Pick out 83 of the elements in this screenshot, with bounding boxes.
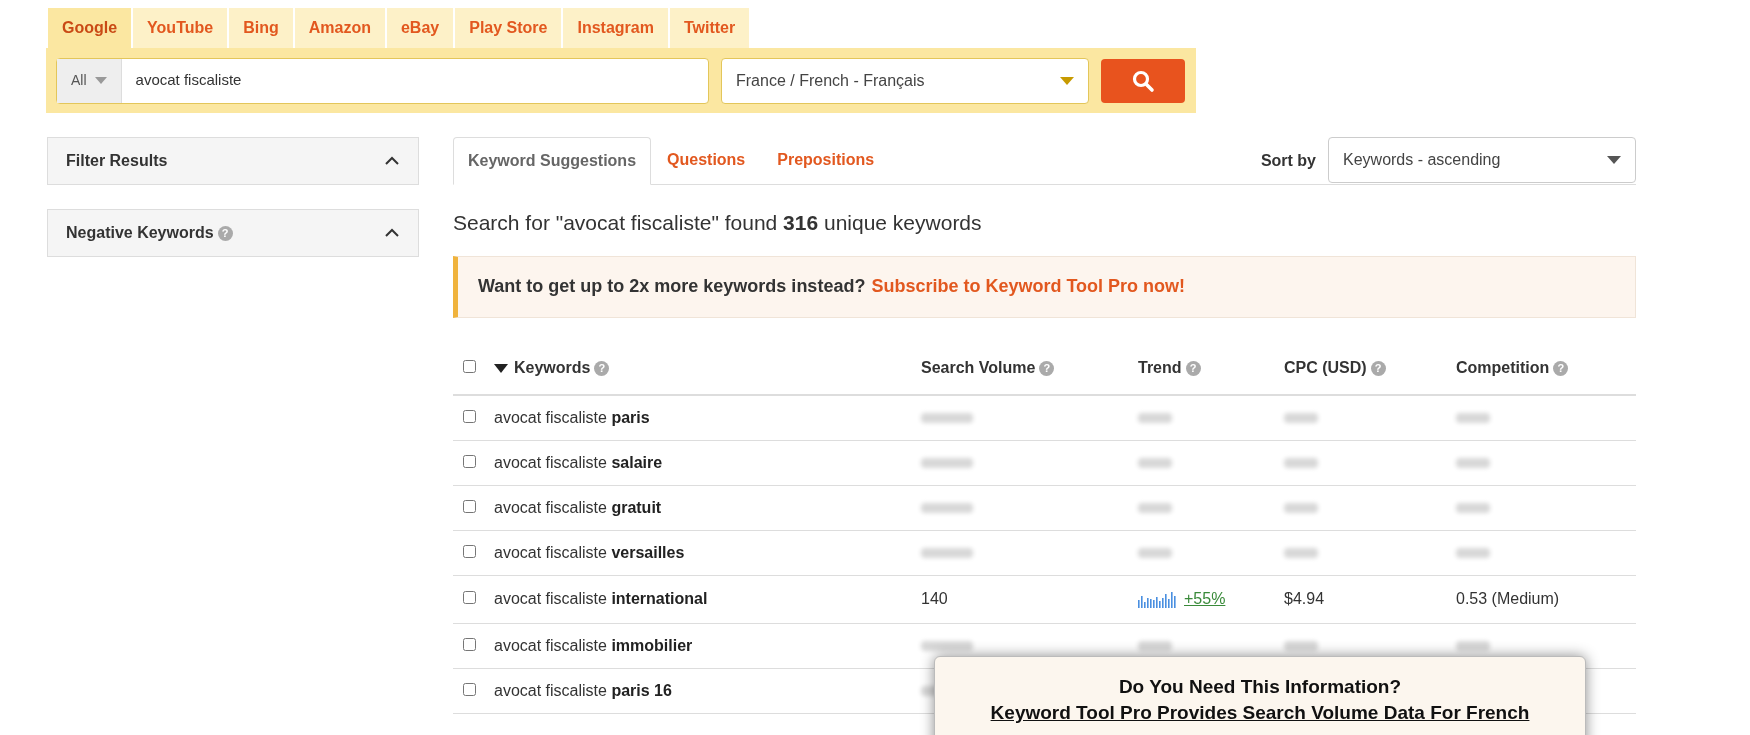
column-header[interactable]: CPC (USD) (1284, 356, 1367, 380)
help-icon[interactable]: ? (217, 225, 233, 241)
blurred-value (1284, 502, 1318, 513)
sort-dropdown[interactable]: Keywords - ascending (1328, 136, 1636, 183)
blurred-value (1138, 640, 1172, 651)
caret-icon (94, 77, 107, 84)
chevron-icon[interactable] (384, 156, 400, 166)
column-header[interactable]: Search Volume (921, 356, 1036, 380)
blurred-value (1284, 640, 1318, 651)
column-header[interactable]: Competition (1456, 356, 1550, 380)
sparkline-chart (1138, 590, 1178, 608)
help-icon[interactable]: ? (1553, 360, 1569, 376)
result-tab[interactable]: Questions (651, 136, 762, 184)
blurred-value (1456, 547, 1490, 558)
source-tab[interactable]: Play Store (455, 8, 562, 48)
sidebar-panel[interactable]: Negative Keywords ? (47, 209, 419, 257)
blurred-value (1284, 412, 1318, 423)
source-tab[interactable]: YouTube (133, 8, 228, 48)
sort-label: Sort by (1260, 150, 1316, 171)
keyword-cell: avocat fiscaliste versailles (494, 543, 685, 561)
scope-dropdown[interactable]: All (57, 58, 122, 103)
source-tab[interactable]: Twitter (669, 8, 750, 48)
trend-link[interactable]: +55% (1184, 587, 1226, 611)
row-checkbox[interactable] (463, 499, 476, 513)
keyword-cell: avocat fiscaliste gratuit (494, 498, 662, 516)
popup-link[interactable]: Keyword Tool Pro Provides Search Volume Data For French (990, 700, 1530, 725)
source-tab[interactable]: Instagram (563, 8, 668, 48)
banner-text: Want to get up to 2x more keywords instead? (478, 275, 866, 298)
select-all-checkbox[interactable] (463, 360, 476, 373)
blurred-value (1284, 547, 1318, 558)
blurred-value (921, 502, 973, 513)
blurred-value (1138, 457, 1172, 468)
blurred-value (921, 412, 973, 423)
blurred-value (921, 640, 973, 651)
keyword-cell: avocat fiscaliste paris 16 (494, 681, 672, 699)
blurred-value (1138, 502, 1172, 513)
row-checkbox[interactable] (463, 591, 476, 604)
help-icon[interactable]: ? (1039, 360, 1055, 376)
source-tab[interactable]: Google (48, 8, 132, 48)
keyword-cell: avocat fiscaliste international (494, 590, 708, 607)
blurred-value (1456, 412, 1490, 423)
keyword-cell: avocat fiscaliste salaire (494, 453, 663, 471)
competition-cell: 0.53 (Medium) (1456, 590, 1560, 607)
blurred-value (921, 547, 973, 558)
panel-title: Negative Keywords (66, 223, 214, 243)
blurred-value (1456, 457, 1490, 468)
column-header[interactable]: Keywords (514, 356, 591, 380)
search-button[interactable] (1101, 58, 1185, 103)
sidebar-panel[interactable]: Filter Results (47, 137, 419, 185)
help-icon[interactable]: ? (594, 360, 610, 376)
chevron-icon[interactable] (384, 228, 400, 238)
row-checkbox[interactable] (463, 454, 476, 468)
source-tab[interactable]: eBay (386, 8, 454, 48)
caret-icon (1060, 76, 1074, 85)
subscribe-link[interactable]: Subscribe to Keyword Tool Pro now! (871, 273, 1186, 300)
search-icon (1131, 68, 1155, 93)
caret-icon (1607, 155, 1621, 164)
keyword-cell: avocat fiscaliste immobilier (494, 636, 693, 654)
blurred-value (921, 457, 973, 468)
blurred-value (1456, 640, 1490, 651)
column-header[interactable]: Trend (1138, 356, 1182, 380)
row-checkbox[interactable] (463, 682, 476, 696)
blurred-value (1284, 457, 1318, 468)
row-checkbox[interactable] (463, 544, 476, 558)
blurred-value (1138, 547, 1172, 558)
row-checkbox[interactable] (463, 409, 476, 423)
blurred-value (1138, 412, 1172, 423)
cpc-cell: $4.94 (1284, 590, 1325, 607)
panel-title: Filter Results (66, 151, 168, 171)
result-tab[interactable]: Keyword Suggestions (453, 137, 652, 185)
blurred-value (1456, 502, 1490, 513)
row-checkbox[interactable] (463, 637, 476, 651)
results-summary: Search for "avocat fiscaliste" found 316 unique keywords (453, 210, 983, 236)
volume-cell: 140 (921, 590, 948, 607)
popup-title: Do You Need This Information? (1118, 675, 1402, 699)
help-icon[interactable]: ? (1185, 360, 1201, 376)
source-tab[interactable]: Amazon (294, 8, 385, 48)
source-tab[interactable]: Bing (229, 8, 293, 48)
result-tab[interactable]: Prepositions (761, 136, 891, 184)
keyword-field[interactable]: All avocat fiscaliste (56, 57, 709, 104)
help-icon[interactable]: ? (1370, 360, 1386, 376)
keyword-cell: avocat fiscaliste paris (494, 408, 650, 426)
location-dropdown[interactable]: France / French - Français (721, 57, 1089, 104)
